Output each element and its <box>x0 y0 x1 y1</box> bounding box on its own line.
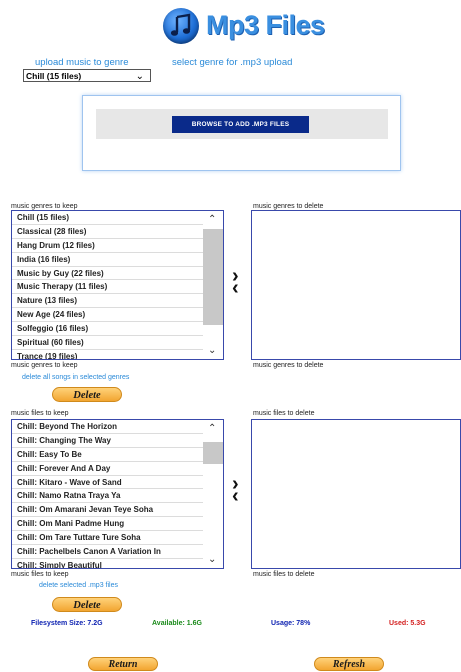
list-item[interactable]: Chill: Namo Ratna Traya Ya <box>12 489 223 504</box>
list-item[interactable]: Music Therapy (11 files) <box>12 280 223 295</box>
genres-keep-label: music genres to keep <box>11 203 78 210</box>
genre-select[interactable]: Chill (15 files) ⌄ <box>23 69 151 82</box>
list-item[interactable]: Chill: Om Mani Padme Hung <box>12 517 223 532</box>
list-item[interactable]: Chill: Beyond The Horizon <box>12 420 223 434</box>
genres-keep-list[interactable]: Chill (15 files) Classical (28 files) Hang… <box>11 210 224 360</box>
genres-delete-label-bottom: music genres to delete <box>253 362 324 369</box>
delete-files-button[interactable]: Delete <box>52 597 122 612</box>
filesystem-size: Filesystem Size: 7.2G <box>31 620 103 627</box>
files-delete-list[interactable] <box>251 419 461 569</box>
select-genre-label: select genre for .mp3 upload <box>172 57 293 68</box>
files-keep-list[interactable]: Chill: Beyond The Horizon Chill: Changing… <box>11 419 224 569</box>
files-delete-label-bottom: music files to delete <box>253 571 315 578</box>
genres-delete-list[interactable] <box>251 210 461 360</box>
files-scrollbar[interactable]: ⌃ ⌄ <box>203 420 223 568</box>
available-space: Available: 1.6G <box>152 620 202 627</box>
return-button[interactable]: Return <box>88 657 158 671</box>
music-note-icon <box>163 8 199 44</box>
scroll-down-icon[interactable]: ⌄ <box>208 345 216 356</box>
chevron-down-icon: ⌄ <box>135 71 144 82</box>
list-item[interactable]: Chill: Om Amarani Jevan Teye Soha <box>12 503 223 518</box>
list-item[interactable]: Chill: Forever And A Day <box>12 462 223 476</box>
file-items: Chill: Beyond The Horizon Chill: Changing… <box>12 420 223 568</box>
usage-percent: Usage: 78% <box>271 620 311 627</box>
move-genres-buttons: › ‹ <box>232 266 239 298</box>
genres-keep-label-bottom: music genres to keep <box>11 362 78 369</box>
move-files-buttons: › ‹ <box>232 474 239 506</box>
list-item[interactable]: Solfeggio (16 files) <box>12 322 223 337</box>
list-item[interactable]: Music by Guy (22 files) <box>12 267 223 281</box>
list-item[interactable]: Trance (19 files) <box>12 350 223 359</box>
upload-genre-label: upload music to genre <box>35 57 129 68</box>
list-item[interactable]: India (16 files) <box>12 253 223 267</box>
files-delete-label: music files to delete <box>253 410 315 417</box>
list-item[interactable]: Nature (13 files) <box>12 294 223 309</box>
genre-items: Chill (15 files) Classical (28 files) Hang… <box>12 211 223 359</box>
genres-scrollbar[interactable]: ⌃ ⌄ <box>203 211 223 359</box>
genre-select-value: Chill (15 files) <box>26 71 82 81</box>
scroll-up-icon[interactable]: ⌃ <box>208 423 216 434</box>
list-item[interactable]: Chill: Simply Beautiful <box>12 559 223 568</box>
used-space: Used: 5.3G <box>389 620 426 627</box>
scroll-up-icon[interactable]: ⌃ <box>208 214 216 225</box>
list-item[interactable]: New Age (24 files) <box>12 308 223 323</box>
list-item[interactable]: Classical (28 files) <box>12 225 223 239</box>
list-item[interactable]: Chill: Pachelbels Canon A Variation In <box>12 545 223 559</box>
list-item[interactable]: Chill: Easy To Be <box>12 448 223 462</box>
list-item[interactable]: Spiritual (60 files) <box>12 336 223 350</box>
scroll-down-icon[interactable]: ⌄ <box>208 554 216 565</box>
page-title: Mp3 Files <box>206 10 325 40</box>
delete-selected-files-label: delete selected .mp3 files <box>39 582 118 589</box>
files-keep-label: music files to keep <box>11 410 69 417</box>
genres-delete-label: music genres to delete <box>253 203 324 210</box>
scroll-thumb[interactable] <box>203 229 223 325</box>
move-left-icon[interactable]: ‹ <box>232 278 239 298</box>
list-item[interactable]: Chill: Om Tare Tuttare Ture Soha <box>12 531 223 546</box>
files-keep-label-bottom: music files to keep <box>11 571 69 578</box>
list-item[interactable]: Chill: Changing The Way <box>12 434 223 448</box>
browse-button[interactable]: BROWSE TO ADD .MP3 FILES <box>172 116 309 133</box>
delete-genres-button[interactable]: Delete <box>52 387 122 402</box>
list-item[interactable]: Chill (15 files) <box>12 211 223 225</box>
delete-all-songs-label: delete all songs in selected genres <box>22 374 130 381</box>
list-item[interactable]: Chill: Kitaro - Wave of Sand <box>12 476 223 490</box>
refresh-button[interactable]: Refresh <box>314 657 384 671</box>
scroll-thumb[interactable] <box>203 442 223 464</box>
list-item[interactable]: Hang Drum (12 files) <box>12 239 223 253</box>
move-left-icon[interactable]: ‹ <box>232 486 239 506</box>
